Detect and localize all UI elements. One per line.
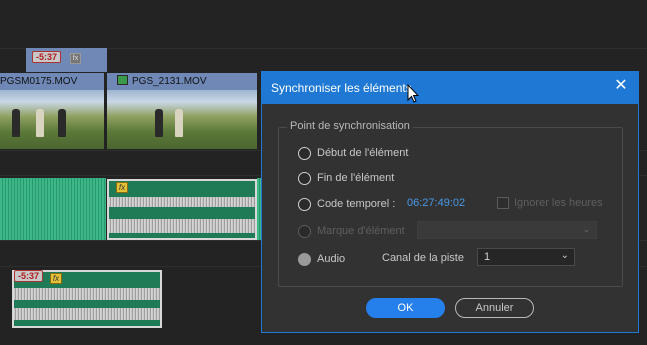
checkbox-label: Ignorer les heures bbox=[514, 197, 603, 209]
offset-badge: -5:37 bbox=[32, 51, 62, 63]
option-clip-start[interactable]: Début de l'élément bbox=[298, 145, 408, 161]
ignore-hours-checkbox[interactable]: Ignorer les heures bbox=[497, 197, 603, 209]
radio-button[interactable] bbox=[298, 146, 311, 160]
option-audio[interactable]: Audio bbox=[298, 251, 345, 267]
clip-thumbnail bbox=[107, 90, 257, 149]
dialog-title: Synchroniser les éléments bbox=[271, 81, 412, 95]
fx-badge: fx bbox=[70, 53, 81, 64]
marker-select[interactable]: ⌄ bbox=[417, 221, 597, 239]
clip-title: PGS_2131.MOV bbox=[107, 75, 257, 89]
audio-clip[interactable] bbox=[107, 179, 257, 240]
cancel-button[interactable]: Annuler bbox=[455, 298, 534, 318]
group-label: Point de synchronisation bbox=[287, 120, 413, 132]
close-icon[interactable]: ✕ bbox=[612, 77, 630, 95]
timecode-field[interactable]: 06:27:49:02 bbox=[407, 197, 465, 209]
offset-badge: -5:37 bbox=[14, 270, 44, 282]
option-label: Code temporel : bbox=[317, 198, 396, 210]
fx-badge: fx bbox=[116, 182, 128, 193]
checkbox[interactable] bbox=[497, 197, 509, 209]
video-clip[interactable]: PGS_2131.MOV bbox=[107, 73, 257, 149]
option-clip-end[interactable]: Fin de l'élément bbox=[298, 170, 394, 186]
clip-title: PGSM0175.MOV bbox=[0, 76, 78, 87]
select-value: 1 bbox=[484, 251, 491, 263]
ok-button[interactable]: OK bbox=[366, 298, 445, 318]
radio-button[interactable] bbox=[298, 197, 311, 211]
dialog-titlebar[interactable]: Synchroniser les éléments ✕ bbox=[262, 72, 638, 104]
radio-button[interactable] bbox=[298, 224, 311, 238]
option-label: Fin de l'élément bbox=[317, 172, 395, 184]
option-timecode[interactable]: Code temporel : bbox=[298, 196, 395, 212]
option-label: Audio bbox=[317, 253, 346, 265]
track-channel-label: Canal de la piste bbox=[382, 252, 464, 264]
fx-badge: fx bbox=[50, 273, 62, 284]
radio-button[interactable] bbox=[298, 171, 311, 185]
track-channel-select[interactable]: 1 ⌄ bbox=[477, 248, 575, 266]
option-label: Début de l'élément bbox=[317, 147, 409, 159]
fx-badge bbox=[117, 75, 128, 85]
radio-button-selected[interactable] bbox=[298, 252, 311, 266]
chevron-down-icon: ⌄ bbox=[582, 224, 590, 234]
clip-thumbnail bbox=[0, 90, 104, 149]
option-clip-marker[interactable]: Marque d'élément bbox=[298, 223, 405, 239]
option-label: Marque d'élément bbox=[317, 225, 405, 237]
video-clip[interactable]: PGSM0175.MOV bbox=[0, 73, 104, 149]
chevron-down-icon: ⌄ bbox=[560, 250, 569, 261]
audio-clip[interactable] bbox=[0, 178, 106, 240]
synchronize-dialog: Synchroniser les éléments ✕ Point de syn… bbox=[261, 71, 639, 333]
